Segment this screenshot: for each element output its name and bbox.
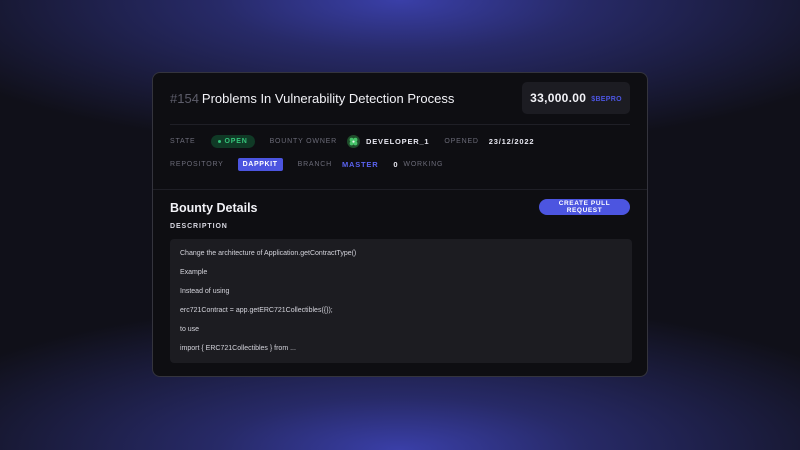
header-divider bbox=[170, 124, 630, 125]
working-count: 0 bbox=[393, 159, 399, 169]
bounty-header: #154 Problems In Vulnerability Detection … bbox=[153, 73, 647, 125]
issue-number: #154 bbox=[170, 91, 199, 106]
bounty-card: #154 Problems In Vulnerability Detection … bbox=[152, 72, 648, 377]
avatar[interactable] bbox=[347, 134, 360, 148]
description-line: erc721Contract = app.getERC721Collectibl… bbox=[180, 307, 333, 314]
clover-icon bbox=[349, 137, 358, 145]
state-value: OPEN bbox=[224, 137, 248, 145]
section-title: Bounty Details bbox=[170, 201, 258, 215]
bounty-currency: $BEPRO bbox=[591, 95, 622, 103]
bounty-title: #154 Problems In Vulnerability Detection … bbox=[170, 91, 454, 106]
repository-label: REPOSITORY bbox=[170, 160, 224, 168]
status-dot-icon bbox=[217, 139, 221, 143]
description-line: Instead of using bbox=[180, 288, 230, 295]
description-label: DESCRIPTION bbox=[170, 223, 228, 230]
description-box: Change the architecture of Application.g… bbox=[170, 239, 632, 363]
state-label: STATE bbox=[170, 137, 196, 145]
opened-value: 23/12/2022 bbox=[488, 136, 535, 146]
description-line: Change the architecture of Application.g… bbox=[180, 250, 357, 257]
bounty-amount-box: 33,000.00 $BEPRO bbox=[522, 82, 630, 114]
working-label: WORKING bbox=[403, 160, 444, 168]
meta-row-1: STATE OPEN BOUNTY OWNER DEVELOPER_1 OPEN… bbox=[170, 134, 534, 148]
description-line: import { ERC721Collectibles } from ... bbox=[180, 345, 296, 352]
issue-title: Problems In Vulnerability Detection Proc… bbox=[201, 91, 455, 106]
state-badge: OPEN bbox=[210, 134, 255, 148]
branch-label: BRANCH bbox=[297, 160, 332, 168]
branch-value[interactable]: MASTER bbox=[342, 160, 378, 169]
section-divider bbox=[153, 189, 647, 190]
create-pull-request-button[interactable]: CREATE PULL REQUEST bbox=[539, 199, 630, 215]
owner-value[interactable]: DEVELOPER_1 bbox=[366, 137, 429, 146]
opened-label: OPENED bbox=[444, 137, 479, 145]
bounty-amount: 33,000.00 bbox=[530, 91, 587, 105]
repository-badge[interactable]: DAPPKIT bbox=[237, 157, 283, 171]
description-line: Example bbox=[180, 269, 208, 276]
description-line: to use bbox=[180, 326, 200, 333]
owner-label: BOUNTY OWNER bbox=[269, 137, 337, 145]
meta-row-2: REPOSITORY DAPPKIT BRANCH MASTER 0 WORKI… bbox=[170, 157, 443, 171]
